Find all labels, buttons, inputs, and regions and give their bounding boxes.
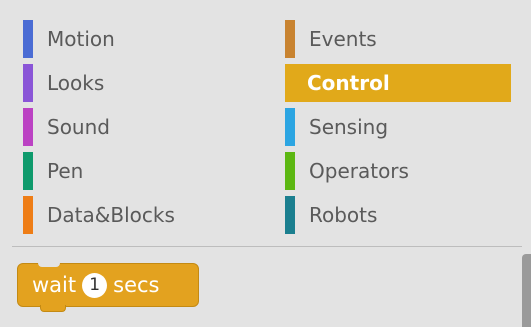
category-label: Sensing (309, 115, 389, 139)
category-color-bar (285, 152, 295, 190)
block-text-secs: secs (113, 273, 160, 297)
category-color-bar (23, 152, 33, 190)
category-label: Operators (309, 159, 409, 183)
category-color-bar (285, 108, 295, 146)
scrollbar[interactable] (522, 254, 531, 327)
block-palette: Motion Looks Sound Pen Data&Blocks Event… (0, 0, 531, 327)
block-text-wait: wait (32, 273, 77, 297)
category-sensing[interactable]: Sensing (285, 108, 511, 146)
category-label: Sound (47, 115, 110, 139)
category-sound[interactable]: Sound (23, 108, 268, 146)
category-label: Data&Blocks (47, 203, 175, 227)
category-label: Pen (47, 159, 84, 183)
palette-divider (12, 246, 522, 247)
block-bottom-tab (40, 305, 66, 312)
category-color-bar (23, 20, 33, 58)
category-looks[interactable]: Looks (23, 64, 268, 102)
category-pen[interactable]: Pen (23, 152, 268, 190)
category-label: Motion (47, 27, 115, 51)
category-robots[interactable]: Robots (285, 196, 511, 234)
category-color-bar (285, 64, 295, 102)
category-color-bar (23, 64, 33, 102)
block-notch (38, 263, 60, 267)
category-color-bar (285, 196, 295, 234)
category-label: Robots (309, 203, 378, 227)
category-color-bar (285, 20, 295, 58)
category-motion[interactable]: Motion (23, 20, 268, 58)
category-color-bar (23, 196, 33, 234)
seconds-input[interactable]: 1 (82, 272, 108, 298)
wait-secs-block[interactable]: wait 1 secs (17, 263, 199, 312)
category-color-bar (23, 108, 33, 146)
category-label: Control (307, 71, 390, 95)
category-label: Looks (47, 71, 105, 95)
category-data-blocks[interactable]: Data&Blocks (23, 196, 268, 234)
category-label: Events (309, 27, 377, 51)
category-events[interactable]: Events (285, 20, 511, 58)
category-operators[interactable]: Operators (285, 152, 511, 190)
category-control[interactable]: Control (285, 64, 511, 102)
